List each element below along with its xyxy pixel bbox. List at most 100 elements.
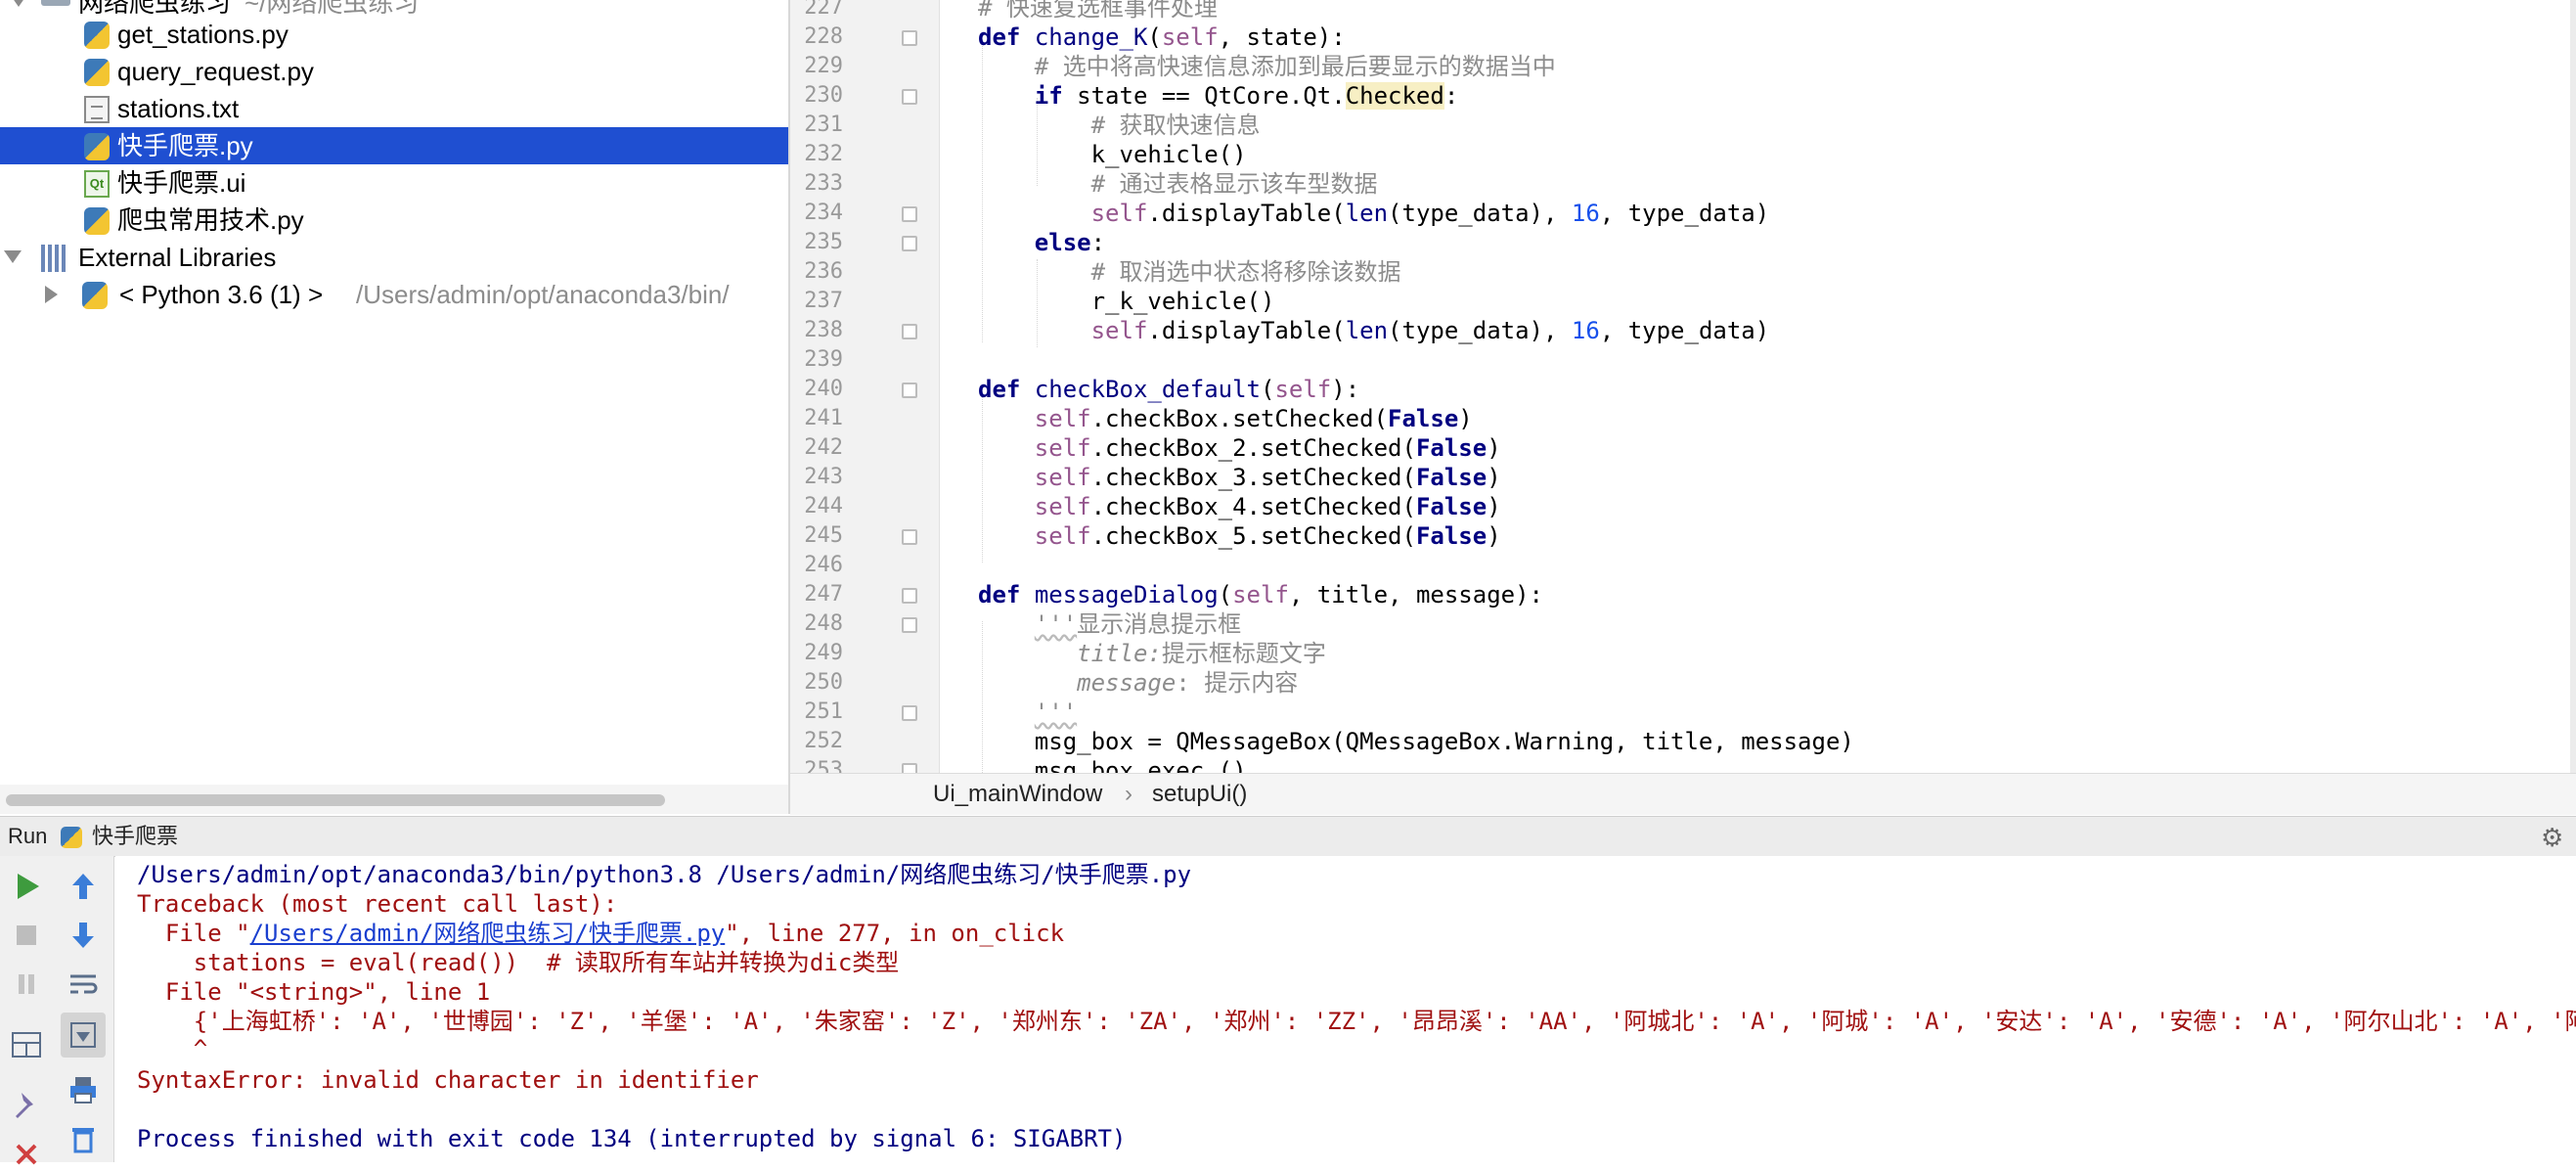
tree-file-query-request[interactable]: query_request.py <box>0 53 788 90</box>
run-console[interactable]: /Users/admin/opt/anaconda3/bin/python3.8… <box>115 856 2576 1162</box>
tree-file-get-stations[interactable]: get_stations.py <box>0 16 788 53</box>
console-exit-message: Process finished with exit code 134 (int… <box>137 1125 1127 1152</box>
code-line-228: def change_K(self, state): <box>978 23 1346 51</box>
code-line-241: self.checkBox.setChecked(False) <box>1034 405 1473 432</box>
layout-icon[interactable] <box>10 1028 43 1061</box>
fold-marker-icon[interactable] <box>902 617 917 633</box>
line-number: 244 <box>804 494 843 518</box>
sdk-label: < Python 3.6 (1) > <box>119 280 324 309</box>
fold-marker-icon[interactable] <box>902 763 917 773</box>
code-line-242: self.checkBox_2.setChecked(False) <box>1034 434 1501 462</box>
tree-python-sdk[interactable]: < Python 3.6 (1) > /Users/admin/opt/anac… <box>0 276 788 313</box>
line-number: 227 <box>804 0 843 20</box>
fold-marker-icon[interactable] <box>902 383 917 398</box>
soft-wrap-icon[interactable] <box>67 968 100 1001</box>
tree-file-stations-txt[interactable]: stations.txt <box>0 90 788 127</box>
fold-marker-icon[interactable] <box>902 324 917 339</box>
fold-marker-icon[interactable] <box>902 236 917 251</box>
docstring-param: title: <box>1077 640 1162 667</box>
line-number: 251 <box>804 699 843 724</box>
scrollbar-thumb[interactable] <box>6 794 665 806</box>
code-line-245: self.checkBox_5.setChecked(False) <box>1034 522 1501 550</box>
code-line-229: # 选中将高快速信息添加到最后要显示的数据当中 <box>978 52 1556 81</box>
python-file-icon <box>84 22 110 49</box>
close-icon[interactable] <box>10 1138 43 1171</box>
library-icon <box>41 245 67 272</box>
print-icon[interactable] <box>67 1073 100 1106</box>
code-line-230: if state == QtCore.Qt.Checked: <box>1034 82 1459 110</box>
code-line-247: def messageDialog(self, title, message): <box>978 581 1543 608</box>
run-tab-label[interactable]: Run <box>8 823 47 850</box>
expand-arrow-icon[interactable] <box>10 0 27 7</box>
python-file-icon <box>84 207 110 235</box>
python-file-icon <box>84 59 110 86</box>
line-number: 248 <box>804 611 843 636</box>
fold-marker-icon[interactable] <box>902 30 917 46</box>
console-file-link[interactable]: /Users/admin/网络爬虫练习/快手爬票.py <box>250 920 726 947</box>
fold-marker-icon[interactable] <box>902 588 917 604</box>
code-line-236: # 取消选中状态将移除该数据 <box>978 257 1401 287</box>
console-file-string: File "<string>", line 1 <box>137 978 491 1006</box>
console-statement: stations = eval(read()) # 读取所有车站并转换为dic类… <box>137 949 900 976</box>
rerun-icon[interactable] <box>10 870 43 903</box>
line-number: 239 <box>804 347 843 372</box>
editor-vertical-scrollbar[interactable] <box>2570 0 2576 773</box>
fold-marker-icon[interactable] <box>902 529 917 545</box>
code-line-238: self.displayTable(len(type_data), 16, ty… <box>1090 317 1770 344</box>
sdk-path: /Users/admin/opt/anaconda3/bin/ <box>356 280 730 309</box>
breadcrumb-separator: › <box>1125 781 1133 807</box>
code-line-234: self.displayTable(len(type_data), 16, ty… <box>1090 200 1770 227</box>
external-libraries-label: External Libraries <box>78 243 277 272</box>
docstring-close: ''' <box>1034 698 1078 726</box>
run-tool-window-header: Run 快手爬票 ⚙ <box>0 816 2576 857</box>
tree-external-libraries[interactable]: External Libraries <box>0 239 788 276</box>
code-line-237: r_k_vehicle() <box>978 288 1275 315</box>
trash-icon[interactable] <box>67 1122 100 1155</box>
docstring-param: message <box>1077 669 1177 697</box>
file-label: 爬虫常用技术.py <box>117 205 304 235</box>
console-command-line: /Users/admin/opt/anaconda3/bin/python3.8… <box>137 861 1192 888</box>
project-tool-window: 网络爬虫练习 ~/网络爬虫练习 get_stations.py query_re… <box>0 0 788 814</box>
line-number: 231 <box>804 113 843 137</box>
line-number: 230 <box>804 83 843 108</box>
line-number: 228 <box>804 24 843 49</box>
code-editor[interactable]: 227 228 229 230 231 232 233 234 235 236 … <box>790 0 2576 773</box>
arrow-down-icon[interactable] <box>67 919 100 952</box>
code-line-253: msg_box.exec_() <box>978 757 1247 773</box>
run-config-name[interactable]: 快手爬票 <box>92 823 178 850</box>
code-line-235: else: <box>1034 229 1106 256</box>
line-number: 246 <box>804 553 843 577</box>
console-syntax-error: SyntaxError: invalid character in identi… <box>137 1066 759 1094</box>
line-number: 253 <box>804 758 843 773</box>
line-number: 249 <box>804 641 843 665</box>
tree-file-kuaishou-py[interactable]: 快手爬票.py <box>0 127 788 164</box>
collapse-arrow-icon[interactable] <box>45 286 58 303</box>
code-comment: # 快速复选框事件处理 <box>978 0 1218 22</box>
folder-icon <box>41 0 70 6</box>
line-number: 232 <box>804 142 843 166</box>
line-number: 235 <box>804 230 843 254</box>
pin-icon[interactable] <box>10 1089 43 1122</box>
gear-icon[interactable]: ⚙ <box>2541 825 2566 850</box>
pause-icon[interactable] <box>10 968 43 1001</box>
expand-arrow-icon[interactable] <box>4 250 22 263</box>
breadcrumb-class[interactable]: Ui_mainWindow <box>933 780 1102 809</box>
line-number: 241 <box>804 406 843 430</box>
arrow-up-icon[interactable] <box>67 870 100 903</box>
line-number: 252 <box>804 729 843 753</box>
line-number: 243 <box>804 465 843 489</box>
qt-ui-file-icon: Qt <box>84 170 110 198</box>
line-number: 245 <box>804 523 843 548</box>
fold-marker-icon[interactable] <box>902 206 917 222</box>
tree-file-crawler-tech[interactable]: 爬虫常用技术.py <box>0 202 788 239</box>
code-comment: # 通过表格显示该车型数据 <box>1090 170 1378 198</box>
fold-marker-icon[interactable] <box>902 89 917 105</box>
file-label: 快手爬票.py <box>117 131 253 160</box>
tree-file-kuaishou-ui[interactable]: Qt 快手爬票.ui <box>0 164 788 202</box>
line-number: 242 <box>804 435 843 460</box>
scroll-to-end-icon[interactable] <box>67 1018 100 1052</box>
stop-icon[interactable] <box>10 919 43 952</box>
python-file-icon <box>84 133 110 160</box>
fold-marker-icon[interactable] <box>902 705 917 721</box>
breadcrumb-method[interactable]: setupUi() <box>1152 780 1247 809</box>
